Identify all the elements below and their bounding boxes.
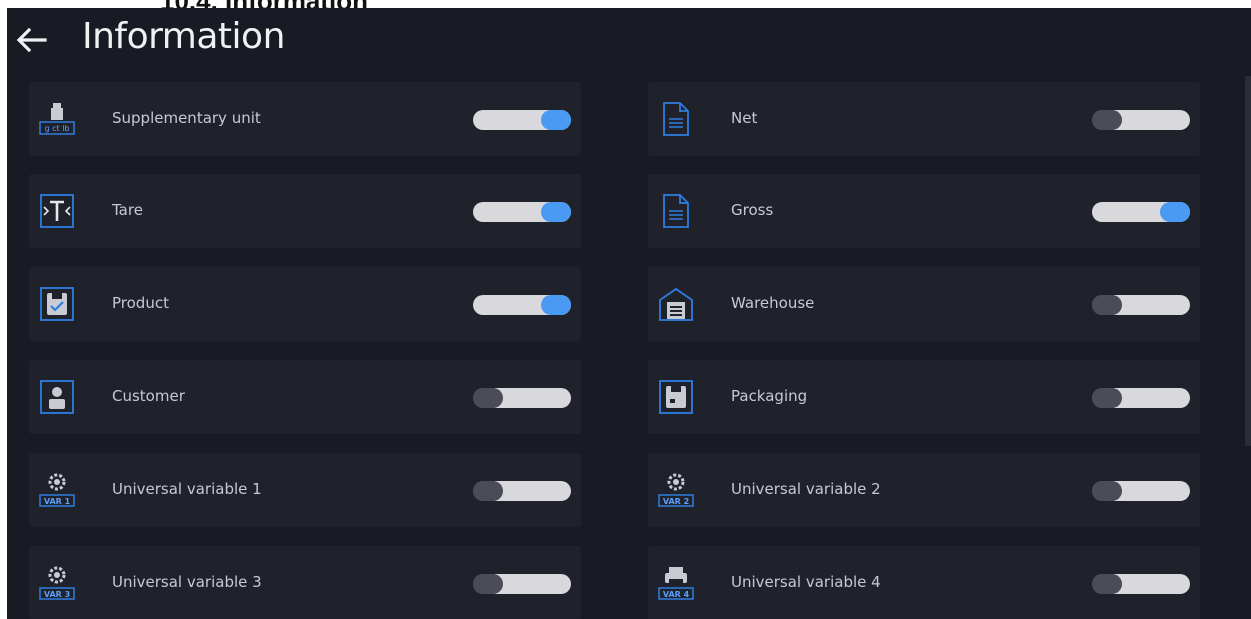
row-label: Universal variable 1 <box>112 480 262 498</box>
warehouse-toggle[interactable] <box>1092 295 1190 315</box>
tare-toggle[interactable] <box>473 202 571 222</box>
row-gross[interactable]: Gross <box>648 174 1200 248</box>
product-icon <box>40 287 74 321</box>
universal-variable-2-toggle[interactable] <box>1092 481 1190 501</box>
row-customer[interactable]: Customer <box>29 360 581 434</box>
screen: Information g ct lb Supplementary unit N… <box>7 8 1251 619</box>
document-icon <box>663 194 689 228</box>
row-universal-variable-1[interactable]: VAR 1 Universal variable 1 <box>29 453 581 527</box>
back-arrow-icon[interactable] <box>13 22 49 58</box>
row-label: Universal variable 3 <box>112 573 262 591</box>
supplementary-unit-toggle[interactable] <box>473 110 571 130</box>
row-tare[interactable]: Tare <box>29 174 581 248</box>
net-toggle[interactable] <box>1092 110 1190 130</box>
weight-units-icon: g ct lb <box>39 103 75 135</box>
scrollbar[interactable] <box>1245 76 1251 446</box>
page-title: Information <box>82 16 285 57</box>
row-label: Universal variable 2 <box>731 480 881 498</box>
universal-variable-1-toggle[interactable] <box>473 481 571 501</box>
document-icon <box>663 102 689 136</box>
header: Information <box>7 8 1251 76</box>
gross-toggle[interactable] <box>1092 202 1190 222</box>
row-label: Product <box>112 294 169 312</box>
variable-gear-icon: VAR 2 <box>658 473 694 507</box>
row-label: Universal variable 4 <box>731 573 881 591</box>
variable-printer-icon: VAR 4 <box>658 567 694 600</box>
var-badge: VAR 1 <box>44 497 71 506</box>
row-label: Supplementary unit <box>112 109 261 127</box>
row-label: Net <box>731 109 758 127</box>
row-universal-variable-4[interactable]: VAR 4 Universal variable 4 <box>648 546 1200 619</box>
customer-toggle[interactable] <box>473 388 571 408</box>
packaging-icon <box>659 380 693 414</box>
row-universal-variable-2[interactable]: VAR 2 Universal variable 2 <box>648 453 1200 527</box>
row-product[interactable]: Product <box>29 267 581 341</box>
row-warehouse[interactable]: Warehouse <box>648 267 1200 341</box>
var-badge: VAR 4 <box>663 590 690 599</box>
packaging-toggle[interactable] <box>1092 388 1190 408</box>
var-badge: VAR 3 <box>44 590 70 599</box>
variable-gear-icon: VAR 3 <box>39 566 75 600</box>
universal-variable-3-toggle[interactable] <box>473 574 571 594</box>
units-icon-text: g ct lb <box>45 124 70 133</box>
tare-icon <box>40 194 74 228</box>
row-label: Gross <box>731 201 774 219</box>
variable-gear-icon: VAR 1 <box>39 473 75 507</box>
row-supplementary-unit[interactable]: g ct lb Supplementary unit <box>29 82 581 156</box>
row-label: Warehouse <box>731 294 815 312</box>
row-label: Customer <box>112 387 185 405</box>
row-universal-variable-3[interactable]: VAR 3 Universal variable 3 <box>29 546 581 619</box>
universal-variable-4-toggle[interactable] <box>1092 574 1190 594</box>
var-badge: VAR 2 <box>663 497 689 506</box>
row-net[interactable]: Net <box>648 82 1200 156</box>
product-toggle[interactable] <box>473 295 571 315</box>
customer-icon <box>40 380 74 414</box>
row-packaging[interactable]: Packaging <box>648 360 1200 434</box>
row-label: Tare <box>112 201 143 219</box>
warehouse-icon <box>659 287 693 321</box>
row-label: Packaging <box>731 387 808 405</box>
